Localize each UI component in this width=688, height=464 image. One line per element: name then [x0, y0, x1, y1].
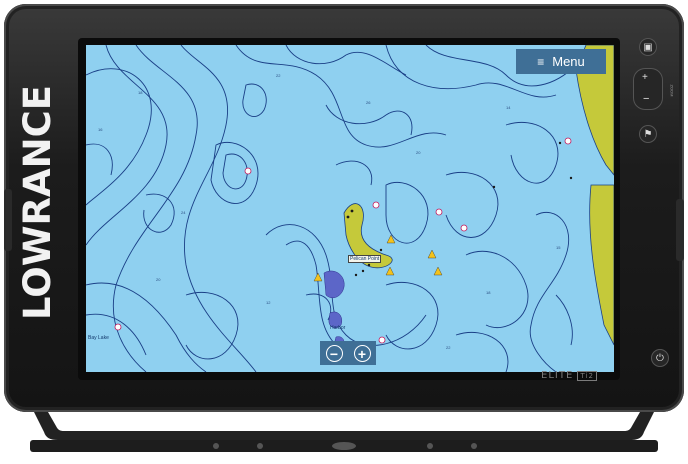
minus-icon[interactable]: −: [643, 93, 649, 105]
model-suffix: Ti2: [577, 371, 597, 381]
flag-icon: ⚑: [643, 128, 653, 140]
depth-label: 22: [446, 345, 451, 350]
contour-map: [86, 45, 614, 372]
depth-label: 24: [181, 210, 186, 215]
depth-label: 16: [98, 127, 103, 132]
depth-label: 20: [416, 150, 421, 155]
depth-label: 15: [556, 245, 561, 250]
map-label-small: Harbor: [330, 325, 346, 331]
map-label-island: Pelican Point: [348, 255, 382, 263]
chart-screen[interactable]: Pelican Point Harbor Bay Lake 18 22 16 2…: [86, 45, 614, 372]
depth-label: 20: [156, 277, 161, 282]
right-mount-knob: [676, 199, 684, 261]
pages-button[interactable]: ▣: [639, 38, 657, 56]
hamburger-icon: ≡: [537, 54, 545, 69]
depth-label: 18: [138, 90, 143, 95]
zoom-controls: − +: [320, 341, 376, 365]
depth-label: 22: [276, 73, 281, 78]
menu-button[interactable]: ≡ Menu: [516, 49, 606, 74]
depth-label: 18: [486, 290, 491, 295]
zoom-out-icon[interactable]: −: [325, 344, 343, 362]
plus-icon[interactable]: +: [642, 72, 648, 83]
brand-logo: LOWRANCE: [16, 84, 60, 321]
zoom-rocker[interactable]: + −: [633, 68, 663, 110]
mounting-bracket: [30, 412, 658, 452]
waypoint-button[interactable]: ⚑: [639, 125, 657, 143]
map-label-small: Bay Lake: [88, 335, 109, 341]
depth-label: 12: [266, 300, 271, 305]
pages-icon: ▣: [643, 41, 653, 53]
depth-label: 26: [366, 100, 371, 105]
menu-label: Menu: [552, 54, 585, 69]
power-icon: ⏻: [656, 352, 664, 364]
left-mount-knob: [4, 189, 12, 251]
zoom-rocker-label: ZOOM: [669, 84, 675, 97]
zoom-in-icon[interactable]: +: [353, 344, 371, 362]
power-button[interactable]: ⏻: [651, 349, 669, 367]
model-badge: ELITE Ti2: [541, 370, 597, 381]
depth-label: 14: [506, 105, 511, 110]
